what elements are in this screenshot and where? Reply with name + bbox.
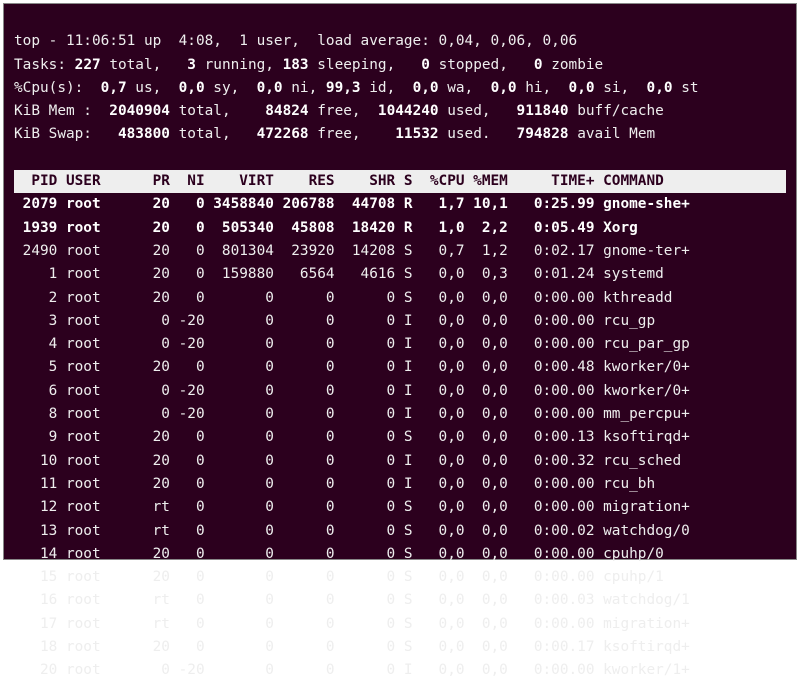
process-row[interactable]: 18 root 20 0 0 0 0 S 0,0 0,0 0:00.17 kso… (14, 636, 786, 659)
column-header[interactable]: PID USER PR NI VIRT RES SHR S %CPU %MEM … (14, 170, 786, 193)
process-row[interactable]: 5 root 20 0 0 0 0 I 0,0 0,0 0:00.48 kwor… (14, 356, 786, 379)
process-row[interactable]: 12 root rt 0 0 0 0 S 0,0 0,0 0:00.00 mig… (14, 496, 786, 519)
process-row[interactable]: 4 root 0 -20 0 0 0 I 0,0 0,0 0:00.00 rcu… (14, 333, 786, 356)
process-row[interactable]: 11 root 20 0 0 0 0 I 0,0 0,0 0:00.00 rcu… (14, 473, 786, 496)
process-row[interactable]: 2 root 20 0 0 0 0 S 0,0 0,0 0:00.00 kthr… (14, 287, 786, 310)
process-row[interactable]: 1939 root 20 0 505340 45808 18420 R 1,0 … (14, 217, 786, 240)
process-row[interactable]: 9 root 20 0 0 0 0 S 0,0 0,0 0:00.13 ksof… (14, 426, 786, 449)
summary-line-3: %Cpu(s): 0,7 us, 0,0 sy, 0,0 ni, 99,3 id… (14, 80, 699, 96)
process-row[interactable]: 15 root 20 0 0 0 0 S 0,0 0,0 0:00.00 cpu… (14, 566, 786, 589)
process-row[interactable]: 10 root 20 0 0 0 0 I 0,0 0,0 0:00.32 rcu… (14, 450, 786, 473)
summary-line-4: KiB Mem : 2040904 total, 84824 free, 104… (14, 103, 664, 119)
process-row[interactable]: 20 root 0 -20 0 0 0 I 0,0 0,0 0:00.00 kw… (14, 659, 786, 682)
summary-line-1: top - 11:06:51 up 4:08, 1 user, load ave… (14, 33, 577, 49)
process-row[interactable]: 2490 root 20 0 801304 23920 14208 S 0,7 … (14, 240, 786, 263)
process-row[interactable]: 8 root 0 -20 0 0 0 I 0,0 0,0 0:00.00 mm_… (14, 403, 786, 426)
blank-line (14, 150, 23, 166)
process-row[interactable]: 6 root 0 -20 0 0 0 I 0,0 0,0 0:00.00 kwo… (14, 380, 786, 403)
process-row[interactable]: 3 root 0 -20 0 0 0 I 0,0 0,0 0:00.00 rcu… (14, 310, 786, 333)
summary-line-2: Tasks: 227 total, 3 running, 183 sleepin… (14, 57, 603, 73)
process-row[interactable]: 13 root rt 0 0 0 0 S 0,0 0,0 0:00.02 wat… (14, 520, 786, 543)
process-row[interactable]: 1 root 20 0 159880 6564 4616 S 0,0 0,3 0… (14, 263, 786, 286)
summary-line-5: KiB Swap: 483800 total, 472268 free, 115… (14, 126, 655, 142)
process-row[interactable]: 17 root rt 0 0 0 0 S 0,0 0,0 0:00.00 mig… (14, 613, 786, 636)
process-row[interactable]: 16 root rt 0 0 0 0 S 0,0 0,0 0:00.03 wat… (14, 589, 786, 612)
process-row[interactable]: 2079 root 20 0 3458840 206788 44708 R 1,… (14, 193, 786, 216)
terminal[interactable]: top - 11:06:51 up 4:08, 1 user, load ave… (3, 3, 797, 560)
process-list: 2079 root 20 0 3458840 206788 44708 R 1,… (14, 193, 786, 682)
